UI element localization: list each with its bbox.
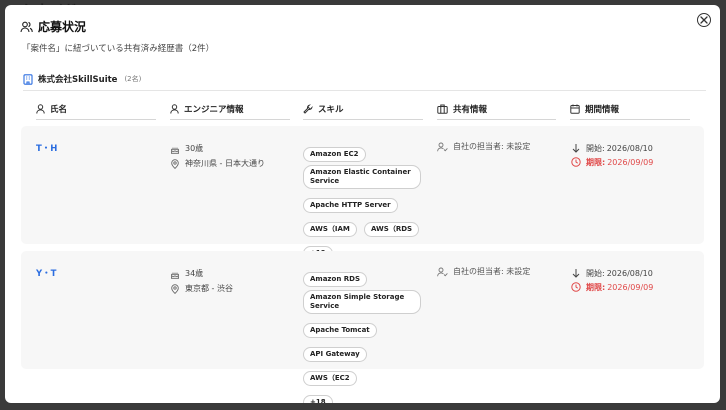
start-date: 2026/08/10 [606,143,653,153]
start-label: 開始: [586,268,605,278]
user-check-icon [437,267,448,277]
cake-icon [170,144,180,154]
period-info: 開始: 2026/08/10 期限: 2026/09/09 [571,141,653,169]
due-label: 期限: [586,157,606,167]
engineer-info: 34歳 東京都 - 渋谷 [170,266,233,296]
candidate-card: T・H 30歳 神奈川県 - 日本大通り Amazon EC2 Amazon E… [21,126,704,261]
user-icon [36,103,45,114]
column-header-share: 共有情報 [437,98,556,120]
share-owner: 自社の担当者: 未設定 [453,142,531,151]
clock-icon [571,282,581,292]
candidate-location: 東京都 - 渋谷 [185,284,233,293]
skill-chip: Amazon Elastic Container Service [303,165,421,189]
candidate-age: 34歳 [185,269,204,278]
modal-subtitle: 「案件名」に紐づいている共有済み経歴書（2件） [22,44,215,54]
skill-chips: Amazon EC2 Amazon Elastic Container Serv… [303,141,428,264]
users-icon [20,21,33,33]
skill-chip: API Gateway [303,347,367,362]
share-owner: 自社の担当者: 未設定 [453,267,531,276]
skill-chips: Amazon RDS Amazon Simple Storage Service… [303,266,428,403]
skill-chip: AWS（RDS [363,222,420,237]
column-header-label: 氏名 [50,104,68,115]
engineer-info: 30歳 神奈川県 - 日本大通り [170,141,265,171]
close-button[interactable] [697,13,711,27]
skill-chip: AWS（EC2 [303,371,357,386]
clock-icon [571,157,581,167]
column-header-name: 氏名 [36,98,156,120]
company-group-header: 株式会社SkillSuite (2名) [23,73,141,85]
candidate-name-link[interactable]: Y・T [36,267,56,279]
column-header-label: エンジニア情報 [184,104,244,115]
start-date: 2026/08/10 [606,268,653,278]
modal-title: 応募状況 [38,20,87,34]
due-date: 2026/09/09 [607,282,654,292]
share-info: 自社の担当者: 未設定 [437,141,530,152]
skill-chip: Amazon Simple Storage Service [303,290,421,314]
share-info: 自社の担当者: 未設定 [437,266,530,277]
wrench-icon [303,103,313,114]
company-divider [23,90,706,91]
company-count: (2名) [124,75,142,83]
building-icon [23,73,33,85]
candidate-age: 30歳 [185,144,204,153]
column-header-label: 期間情報 [585,104,620,115]
column-header-skills: スキル [303,98,423,120]
map-pin-icon [170,158,180,169]
skill-chip: Amazon RDS [303,272,367,287]
period-info: 開始: 2026/08/10 期限: 2026/09/09 [571,266,653,294]
skill-chip: Apache Tomcat [303,323,377,338]
company-name: 株式会社SkillSuite [38,75,118,85]
arrow-down-icon [571,143,581,153]
column-header-label: 共有情報 [453,104,488,115]
column-header-engineer: エンジニア情報 [170,98,290,120]
user-icon [170,103,179,114]
start-label: 開始: [586,143,605,153]
candidate-name-link[interactable]: T・H [36,142,57,154]
column-header-period: 期間情報 [570,98,690,120]
column-header-label: スキル [318,104,344,115]
candidate-card: Y・T 34歳 東京都 - 渋谷 Amazon RDS Amazon Simpl… [21,251,704,403]
candidate-location: 神奈川県 - 日本大通り [185,159,265,168]
cake-icon [170,269,180,279]
skill-chip: AWS（IAM [303,222,357,237]
arrow-down-icon [571,268,581,278]
modal-header: 応募状況 「案件名」に紐づいている共有済み経歴書（2件） [20,18,214,54]
application-status-modal: 応募状況 「案件名」に紐づいている共有済み経歴書（2件） 株式会社SkillSu… [5,5,720,403]
skill-chip: Apache HTTP Server [303,198,398,213]
skill-chip: Amazon EC2 [303,147,366,162]
briefcase-icon [437,104,448,114]
map-pin-icon [170,283,180,294]
due-date: 2026/09/09 [607,157,654,167]
calendar-icon [570,104,580,114]
close-icon [700,16,708,24]
more-skills-chip[interactable]: +18 [303,395,333,403]
user-check-icon [437,142,448,152]
due-label: 期限: [586,282,606,292]
